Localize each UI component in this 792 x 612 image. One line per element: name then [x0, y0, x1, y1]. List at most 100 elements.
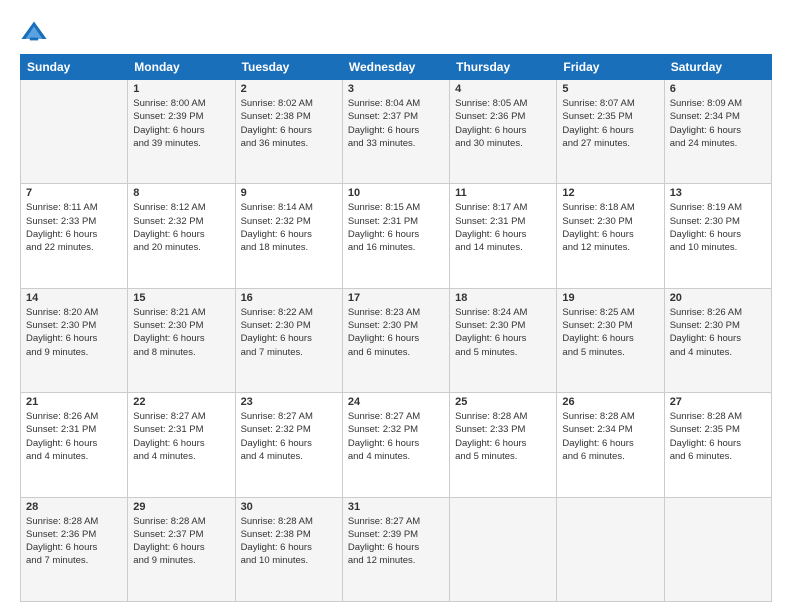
- day-number: 2: [241, 83, 337, 95]
- day-info: Sunrise: 8:04 AMSunset: 2:37 PMDaylight:…: [348, 97, 444, 150]
- calendar-cell: 15Sunrise: 8:21 AMSunset: 2:30 PMDayligh…: [128, 288, 235, 392]
- day-info: Sunrise: 8:27 AMSunset: 2:39 PMDaylight:…: [348, 515, 444, 568]
- day-number: 24: [348, 396, 444, 408]
- day-number: 19: [562, 292, 658, 304]
- day-number: 11: [455, 187, 551, 199]
- day-info: Sunrise: 8:07 AMSunset: 2:35 PMDaylight:…: [562, 97, 658, 150]
- calendar-week-row: 1Sunrise: 8:00 AMSunset: 2:39 PMDaylight…: [21, 80, 772, 184]
- calendar-cell: 26 Sunrise: 8:28 AMSunset: 2:34 PMDayligh…: [557, 393, 664, 497]
- day-info: Sunrise: 8:12 AMSunset: 2:32 PMDaylight:…: [133, 201, 229, 254]
- calendar-cell: 23 Sunrise: 8:27 AMSunset: 2:32 PMDayligh…: [235, 393, 342, 497]
- calendar-cell: 25Sunrise: 8:28 AMSunset: 2:33 PMDayligh…: [450, 393, 557, 497]
- calendar-cell: 27Sunrise: 8:28 AMSunset: 2:35 PMDayligh…: [664, 393, 771, 497]
- day-number: 23: [241, 396, 337, 408]
- day-number: 26: [562, 396, 658, 408]
- day-info: Sunrise: 8:02 AMSunset: 2:38 PMDaylight:…: [241, 97, 337, 150]
- day-number: 1: [133, 83, 229, 95]
- calendar-cell: 17 Sunrise: 8:23 AMSunset: 2:30 PMDayligh…: [342, 288, 449, 392]
- day-info: Sunrise: 8:28 AMSunset: 2:35 PMDaylight:…: [670, 410, 766, 463]
- day-info: Sunrise: 8:14 AMSunset: 2:32 PMDaylight:…: [241, 201, 337, 254]
- day-info: Sunrise: 8:28 AMSunset: 2:36 PMDaylight:…: [26, 515, 122, 568]
- calendar-table: Sunday Monday Tuesday Wednesday Thursday…: [20, 54, 772, 602]
- col-sunday: Sunday: [21, 55, 128, 80]
- day-number: 10: [348, 187, 444, 199]
- day-info: Sunrise: 8:26 AMSunset: 2:31 PMDaylight:…: [26, 410, 122, 463]
- day-info: Sunrise: 8:27 AMSunset: 2:31 PMDaylight:…: [133, 410, 229, 463]
- day-number: 28: [26, 501, 122, 513]
- col-thursday: Thursday: [450, 55, 557, 80]
- calendar-cell: 20Sunrise: 8:26 AMSunset: 2:30 PMDayligh…: [664, 288, 771, 392]
- day-info: Sunrise: 8:21 AMSunset: 2:30 PMDaylight:…: [133, 306, 229, 359]
- day-number: 17: [348, 292, 444, 304]
- day-number: 20: [670, 292, 766, 304]
- col-monday: Monday: [128, 55, 235, 80]
- day-info: Sunrise: 8:20 AMSunset: 2:30 PMDaylight:…: [26, 306, 122, 359]
- day-number: 4: [455, 83, 551, 95]
- calendar-cell: 6 Sunrise: 8:09 AMSunset: 2:34 PMDaylight…: [664, 80, 771, 184]
- calendar-cell: 24 Sunrise: 8:27 AMSunset: 2:32 PMDayligh…: [342, 393, 449, 497]
- calendar-cell: 10 Sunrise: 8:15 AMSunset: 2:31 PMDayligh…: [342, 184, 449, 288]
- day-number: 25: [455, 396, 551, 408]
- day-info: Sunrise: 8:28 AMSunset: 2:38 PMDaylight:…: [241, 515, 337, 568]
- calendar-cell: 12Sunrise: 8:18 AMSunset: 2:30 PMDayligh…: [557, 184, 664, 288]
- header: [20, 18, 772, 46]
- calendar-week-row: 28 Sunrise: 8:28 AMSunset: 2:36 PMDayligh…: [21, 497, 772, 601]
- calendar-cell: 1Sunrise: 8:00 AMSunset: 2:39 PMDaylight…: [128, 80, 235, 184]
- day-number: 7: [26, 187, 122, 199]
- calendar-cell: 4 Sunrise: 8:05 AMSunset: 2:36 PMDaylight…: [450, 80, 557, 184]
- day-number: 29: [133, 501, 229, 513]
- col-wednesday: Wednesday: [342, 55, 449, 80]
- logo-icon: [20, 18, 48, 46]
- day-info: Sunrise: 8:23 AMSunset: 2:30 PMDaylight:…: [348, 306, 444, 359]
- day-number: 21: [26, 396, 122, 408]
- calendar-cell: 11Sunrise: 8:17 AMSunset: 2:31 PMDayligh…: [450, 184, 557, 288]
- calendar-cell: 31 Sunrise: 8:27 AMSunset: 2:39 PMDayligh…: [342, 497, 449, 601]
- calendar-cell: 18 Sunrise: 8:24 AMSunset: 2:30 PMDayligh…: [450, 288, 557, 392]
- day-number: 14: [26, 292, 122, 304]
- day-info: Sunrise: 8:27 AMSunset: 2:32 PMDaylight:…: [348, 410, 444, 463]
- day-number: 30: [241, 501, 337, 513]
- day-info: Sunrise: 8:15 AMSunset: 2:31 PMDaylight:…: [348, 201, 444, 254]
- calendar-header-row: Sunday Monday Tuesday Wednesday Thursday…: [21, 55, 772, 80]
- day-info: Sunrise: 8:28 AMSunset: 2:34 PMDaylight:…: [562, 410, 658, 463]
- col-tuesday: Tuesday: [235, 55, 342, 80]
- calendar-cell: [450, 497, 557, 601]
- calendar-cell: 30 Sunrise: 8:28 AMSunset: 2:38 PMDayligh…: [235, 497, 342, 601]
- day-info: Sunrise: 8:19 AMSunset: 2:30 PMDaylight:…: [670, 201, 766, 254]
- logo: [20, 18, 50, 46]
- calendar-cell: [21, 80, 128, 184]
- calendar-cell: 2 Sunrise: 8:02 AMSunset: 2:38 PMDaylight…: [235, 80, 342, 184]
- calendar-cell: 3 Sunrise: 8:04 AMSunset: 2:37 PMDaylight…: [342, 80, 449, 184]
- day-number: 22: [133, 396, 229, 408]
- calendar-week-row: 7 Sunrise: 8:11 AMSunset: 2:33 PMDaylight…: [21, 184, 772, 288]
- page: Sunday Monday Tuesday Wednesday Thursday…: [0, 0, 792, 612]
- day-info: Sunrise: 8:25 AMSunset: 2:30 PMDaylight:…: [562, 306, 658, 359]
- calendar-cell: 13 Sunrise: 8:19 AMSunset: 2:30 PMDayligh…: [664, 184, 771, 288]
- day-info: Sunrise: 8:24 AMSunset: 2:30 PMDaylight:…: [455, 306, 551, 359]
- day-info: Sunrise: 8:11 AMSunset: 2:33 PMDaylight:…: [26, 201, 122, 254]
- day-info: Sunrise: 8:09 AMSunset: 2:34 PMDaylight:…: [670, 97, 766, 150]
- day-number: 6: [670, 83, 766, 95]
- day-number: 5: [562, 83, 658, 95]
- day-number: 8: [133, 187, 229, 199]
- day-number: 18: [455, 292, 551, 304]
- col-friday: Friday: [557, 55, 664, 80]
- day-info: Sunrise: 8:18 AMSunset: 2:30 PMDaylight:…: [562, 201, 658, 254]
- calendar-cell: 7 Sunrise: 8:11 AMSunset: 2:33 PMDaylight…: [21, 184, 128, 288]
- calendar-cell: 9 Sunrise: 8:14 AMSunset: 2:32 PMDaylight…: [235, 184, 342, 288]
- day-number: 3: [348, 83, 444, 95]
- calendar-cell: 5 Sunrise: 8:07 AMSunset: 2:35 PMDaylight…: [557, 80, 664, 184]
- calendar-cell: 16 Sunrise: 8:22 AMSunset: 2:30 PMDayligh…: [235, 288, 342, 392]
- calendar-cell: 29 Sunrise: 8:28 AMSunset: 2:37 PMDayligh…: [128, 497, 235, 601]
- calendar-week-row: 14 Sunrise: 8:20 AMSunset: 2:30 PMDayligh…: [21, 288, 772, 392]
- col-saturday: Saturday: [664, 55, 771, 80]
- day-info: Sunrise: 8:22 AMSunset: 2:30 PMDaylight:…: [241, 306, 337, 359]
- day-number: 16: [241, 292, 337, 304]
- day-info: Sunrise: 8:05 AMSunset: 2:36 PMDaylight:…: [455, 97, 551, 150]
- day-number: 9: [241, 187, 337, 199]
- calendar-cell: 8 Sunrise: 8:12 AMSunset: 2:32 PMDaylight…: [128, 184, 235, 288]
- day-info: Sunrise: 8:27 AMSunset: 2:32 PMDaylight:…: [241, 410, 337, 463]
- day-info: Sunrise: 8:28 AMSunset: 2:37 PMDaylight:…: [133, 515, 229, 568]
- day-number: 13: [670, 187, 766, 199]
- day-number: 31: [348, 501, 444, 513]
